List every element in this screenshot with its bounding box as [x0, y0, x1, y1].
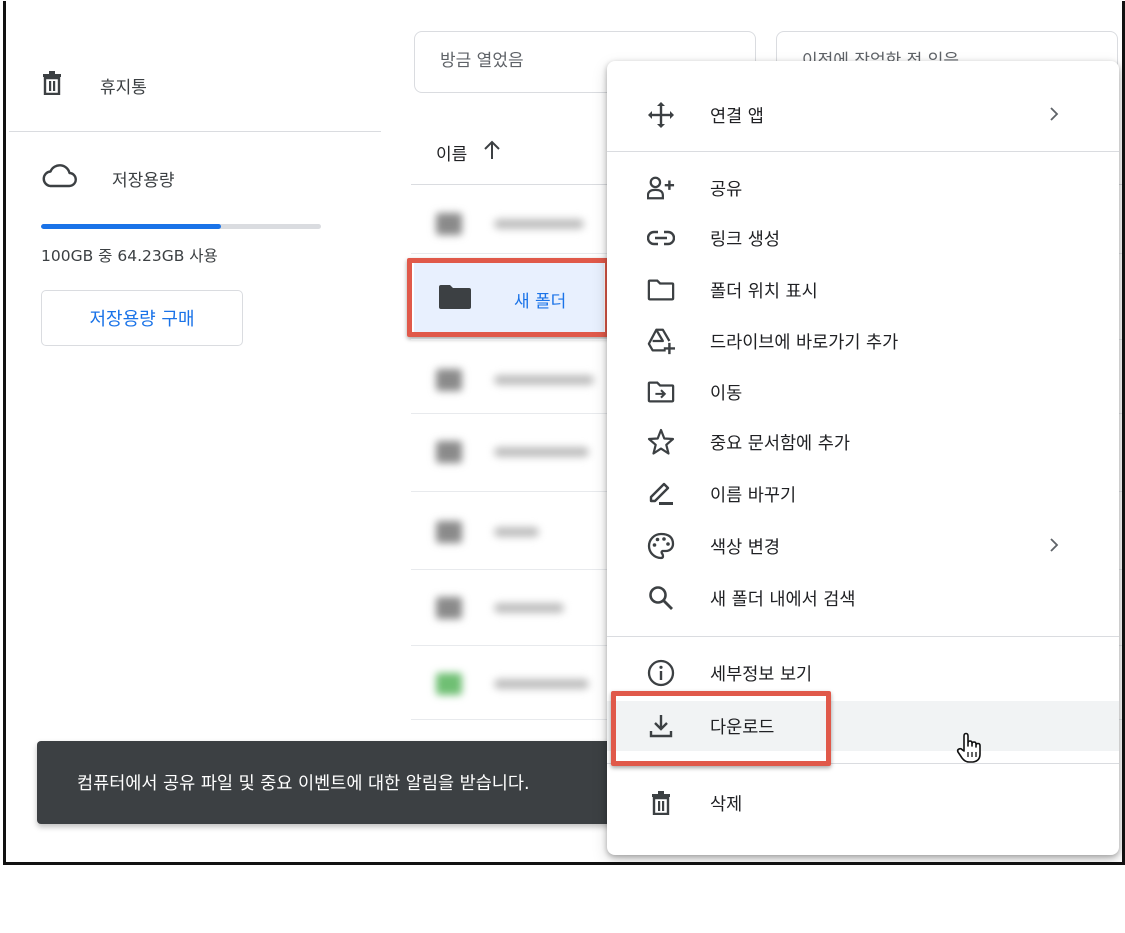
cloud-icon — [41, 163, 77, 193]
move-arrows-icon — [647, 101, 675, 129]
list-item[interactable] — [436, 369, 594, 391]
highlight-box-download — [611, 691, 831, 766]
hand-pointer-cursor-icon — [956, 731, 984, 769]
menu-item-label: 중요 문서함에 추가 — [710, 433, 850, 454]
menu-separator — [607, 636, 1119, 637]
folder-icon — [436, 213, 462, 235]
folder-icon — [436, 369, 462, 391]
folder-icon — [436, 521, 462, 543]
list-item-name — [494, 527, 539, 537]
menu-item-label: 연결 앱 — [710, 106, 764, 127]
screenshot-frame: 휴지통 저장용량 100GB 중 64.23GB 사용 저장용량 구매 방금 열… — [3, 1, 1125, 865]
sidebar-divider — [9, 131, 381, 132]
buy-storage-button[interactable]: 저장용량 구매 — [41, 290, 243, 346]
menu-item-move[interactable]: 이동 — [607, 367, 1119, 417]
trash-icon — [647, 789, 675, 817]
menu-item-label: 폴더 위치 표시 — [710, 281, 818, 302]
menu-separator — [607, 151, 1119, 152]
trash-icon — [41, 71, 63, 99]
sheets-file-icon — [436, 673, 462, 695]
storage-progress-fill — [41, 224, 221, 229]
add-person-icon — [647, 174, 675, 202]
chevron-right-icon — [1049, 103, 1059, 127]
menu-item-label: 색상 변경 — [710, 537, 780, 558]
arrow-up-icon[interactable] — [483, 140, 501, 165]
highlight-box-folder — [407, 258, 610, 337]
menu-item-change-color[interactable]: 색상 변경 — [607, 521, 1119, 571]
menu-item-rename[interactable]: 이름 바꾸기 — [607, 469, 1119, 519]
menu-item-search-within[interactable]: 새 폴더 내에서 검색 — [607, 573, 1119, 623]
search-icon — [647, 584, 675, 612]
list-item[interactable] — [436, 213, 584, 235]
column-header-name-label: 이름 — [436, 145, 468, 165]
list-item[interactable] — [436, 521, 539, 543]
list-item-name — [494, 447, 589, 457]
column-header-name[interactable]: 이름 — [436, 140, 501, 165]
snackbar-message: 컴퓨터에서 공유 파일 및 중요 이벤트에 대한 알림을 받습니다. — [77, 774, 530, 794]
list-item-name — [494, 679, 589, 689]
star-outline-icon — [647, 428, 675, 456]
list-item[interactable] — [436, 673, 589, 695]
menu-item-label: 이름 바꾸기 — [710, 485, 797, 506]
list-item[interactable] — [436, 597, 564, 619]
folder-icon — [436, 441, 462, 463]
folder-outline-icon — [647, 276, 675, 304]
menu-item-label: 이동 — [710, 383, 743, 404]
list-item[interactable] — [436, 441, 589, 463]
menu-item-label: 삭제 — [710, 794, 743, 815]
pencil-icon — [647, 480, 675, 508]
info-icon — [647, 659, 675, 687]
menu-item-add-starred[interactable]: 중요 문서함에 추가 — [607, 417, 1119, 467]
menu-item-share[interactable]: 공유 — [607, 163, 1119, 213]
notification-snackbar: 컴퓨터에서 공유 파일 및 중요 이벤트에 대한 알림을 받습니다. — [37, 741, 637, 824]
menu-item-show-folder-location[interactable]: 폴더 위치 표시 — [607, 265, 1119, 315]
list-item-name — [494, 375, 594, 385]
menu-item-open-with[interactable]: 연결 앱 — [607, 90, 1119, 140]
menu-item-add-shortcut[interactable]: 드라이브에 바로가기 추가 — [607, 316, 1119, 366]
menu-item-remove[interactable]: 삭제 — [607, 778, 1119, 828]
storage-progress-bar — [41, 224, 321, 229]
sidebar-item-trash-label: 휴지통 — [100, 77, 147, 98]
palette-icon — [647, 532, 675, 560]
list-item-name — [494, 219, 584, 229]
link-icon — [647, 224, 675, 252]
folder-icon — [436, 597, 462, 619]
sidebar-item-storage-label: 저장용량 — [112, 170, 175, 191]
menu-item-label: 공유 — [710, 179, 743, 200]
menu-item-label: 링크 생성 — [710, 229, 780, 250]
menu-item-label: 드라이브에 바로가기 추가 — [710, 332, 899, 353]
storage-usage-text: 100GB 중 64.23GB 사용 — [41, 247, 218, 265]
list-item-name — [494, 603, 564, 613]
move-to-folder-icon — [647, 378, 675, 406]
add-drive-shortcut-icon — [647, 327, 675, 355]
chevron-right-icon — [1049, 534, 1059, 558]
menu-item-get-link[interactable]: 링크 생성 — [607, 213, 1119, 263]
sidebar-item-storage[interactable]: 저장용량 — [41, 163, 175, 193]
sidebar-item-trash[interactable]: 휴지통 — [41, 71, 147, 99]
quick-access-card-subtitle: 방금 열었음 — [440, 51, 524, 71]
menu-item-label: 세부정보 보기 — [710, 664, 813, 685]
menu-item-label: 새 폴더 내에서 검색 — [710, 589, 856, 610]
